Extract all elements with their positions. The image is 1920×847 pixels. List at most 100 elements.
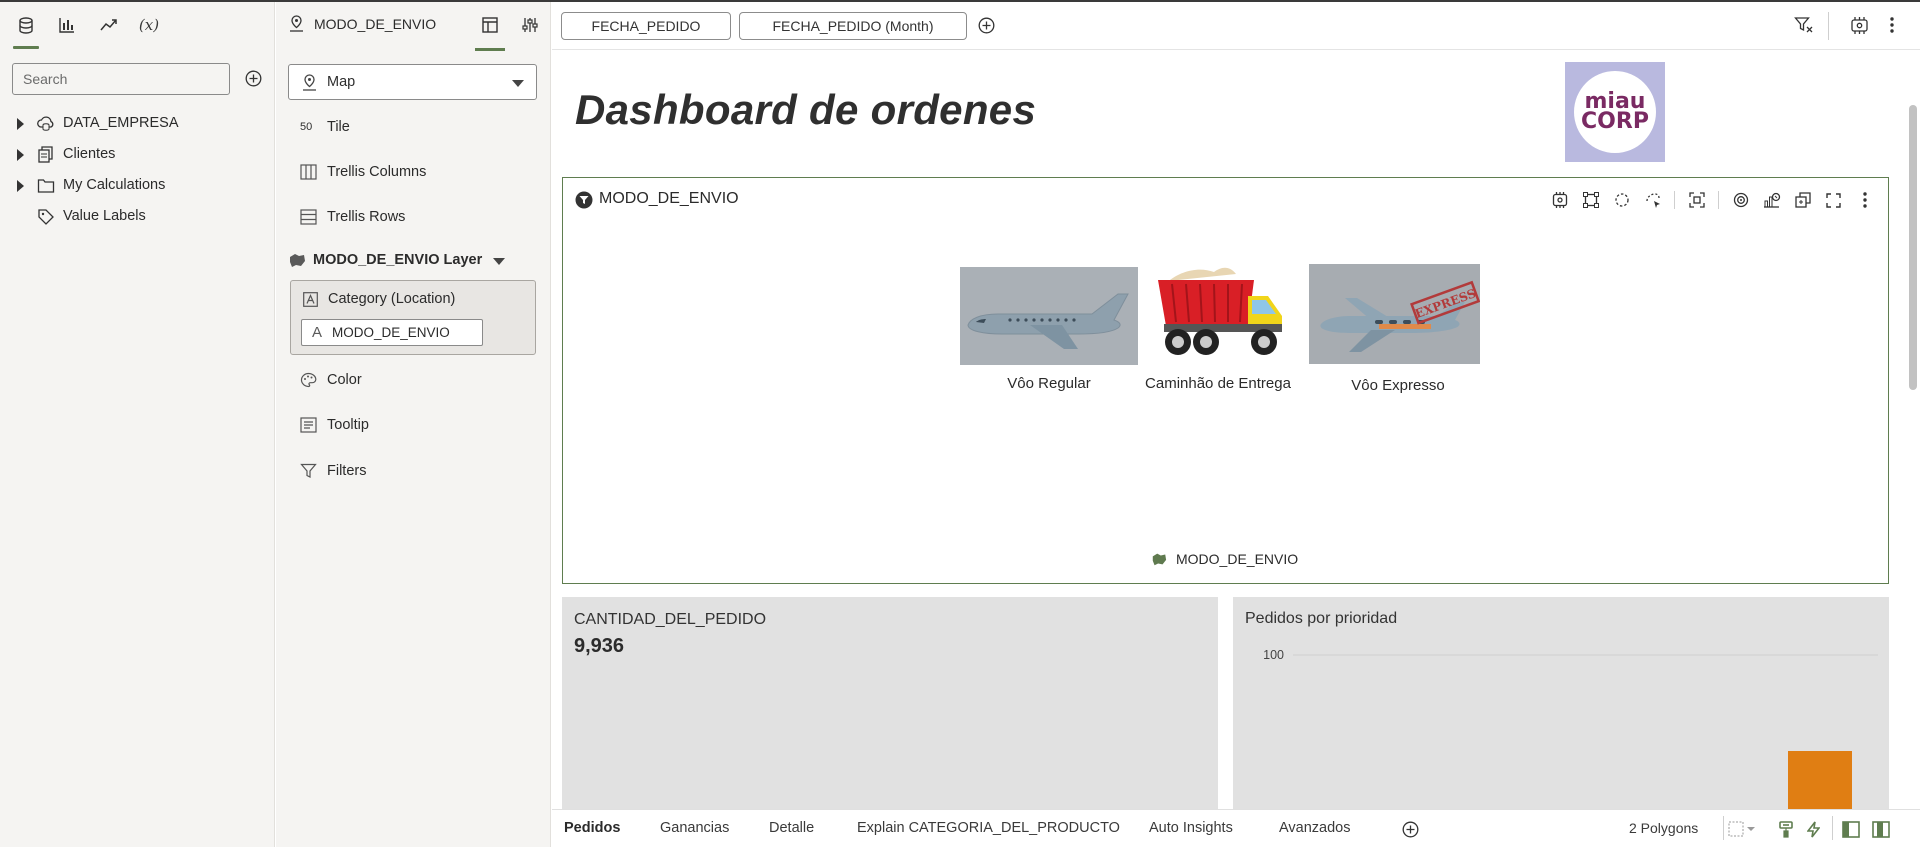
- map-item-label: Vôo Regular: [1007, 375, 1091, 392]
- visualizations-tab[interactable]: [52, 12, 82, 38]
- tree-item-clientes[interactable]: Clientes: [0, 139, 275, 170]
- tab-detalle[interactable]: Detalle: [769, 820, 814, 836]
- column-pill-modo-de-envio[interactable]: A MODO_DE_ENVIO: [301, 319, 483, 346]
- properties-tab[interactable]: [517, 14, 543, 36]
- palette-icon: [300, 372, 317, 388]
- map-layer-icon: [290, 254, 305, 267]
- expand-caret-icon[interactable]: [17, 149, 24, 161]
- data-tab[interactable]: [11, 12, 41, 49]
- grammar-row-label: Tooltip: [327, 417, 369, 433]
- explain-button[interactable]: [1756, 188, 1787, 212]
- bar[interactable]: [1788, 751, 1852, 817]
- visualization-type-select[interactable]: Map: [288, 64, 537, 100]
- grammar-row-filters[interactable]: Filters: [276, 456, 551, 486]
- filter-chip-fecha-pedido[interactable]: FECHA_PEDIDO: [561, 12, 731, 40]
- maximize-icon: [1826, 192, 1841, 208]
- map-item-caminhao-de-entrega[interactable]: Caminhão de Entrega: [1144, 258, 1292, 398]
- divider: [1828, 12, 1829, 40]
- lasso-select-button[interactable]: [1606, 188, 1637, 212]
- tab-avanzados[interactable]: Avanzados: [1279, 820, 1350, 836]
- grammar-tab[interactable]: [475, 14, 505, 51]
- more-vertical-icon[interactable]: [1890, 17, 1894, 33]
- search-input[interactable]: [12, 63, 230, 95]
- rectangle-select-button[interactable]: [1575, 188, 1606, 212]
- map-layer-icon: [1152, 553, 1167, 566]
- tab-auto-insights[interactable]: Auto Insights: [1149, 820, 1233, 836]
- grammar-row-trellis-rows[interactable]: Trellis Rows: [276, 202, 551, 232]
- bar-chart-visualization[interactable]: Pedidos por prioridad 100: [1233, 597, 1889, 817]
- zoom-to-data-button[interactable]: [1681, 188, 1712, 212]
- trellis-rows-icon: [300, 209, 317, 225]
- tree-item-my-calculations[interactable]: My Calculations: [0, 170, 275, 201]
- paint-roller-icon[interactable]: [1779, 821, 1793, 838]
- category-location-label: Category (Location): [328, 291, 456, 307]
- grammar-row-color[interactable]: Color: [276, 365, 551, 395]
- settings-chip-button[interactable]: [1544, 188, 1575, 212]
- airplane-image: [960, 267, 1138, 365]
- calculations-tab[interactable]: (x): [134, 12, 164, 38]
- data-tree: DATA_EMPRESA Clientes My Calculations Va…: [0, 108, 275, 232]
- tab-explain-categoria[interactable]: Explain CATEGORIA_DEL_PRODUCTO: [857, 820, 1120, 836]
- add-tab-icon[interactable]: [1402, 821, 1419, 838]
- grammar-row-tooltip[interactable]: Tooltip: [276, 410, 551, 440]
- cloud-database-icon: [37, 116, 54, 131]
- analytics-tab[interactable]: [93, 12, 123, 38]
- filter-settings-icon[interactable]: [1850, 16, 1869, 35]
- grammar-row-tile[interactable]: 50 Tile: [276, 112, 551, 142]
- right-panel-toggle-icon[interactable]: [1872, 821, 1890, 838]
- add-data-button[interactable]: [244, 69, 263, 88]
- vertical-scrollbar[interactable]: [1909, 105, 1917, 390]
- attribute-a-icon: A: [312, 324, 323, 341]
- duplicate-icon: [1794, 192, 1811, 208]
- tree-item-data-empresa[interactable]: DATA_EMPRESA: [0, 108, 275, 139]
- visualization-menu-button[interactable]: [1849, 188, 1880, 212]
- tree-item-label: My Calculations: [63, 177, 166, 193]
- more-vertical-icon: [1862, 192, 1867, 208]
- divider: [1832, 816, 1833, 840]
- tab-pedidos[interactable]: Pedidos: [564, 820, 620, 836]
- tree-item-label: DATA_EMPRESA: [63, 115, 179, 131]
- maximize-button[interactable]: [1818, 188, 1849, 212]
- category-location-drop-zone[interactable]: Category (Location) A MODO_DE_ENVIO: [290, 280, 536, 355]
- grammar-row-trellis-columns[interactable]: Trellis Columns: [276, 157, 551, 187]
- tree-item-value-labels[interactable]: Value Labels: [0, 201, 275, 232]
- filter-chip-fecha-pedido-month[interactable]: FECHA_PEDIDO (Month): [739, 12, 967, 40]
- visualization-title: MODO_DE_ENVIO: [599, 190, 739, 207]
- tag-icon: [38, 209, 54, 225]
- tab-ganancias[interactable]: Ganancias: [660, 820, 729, 836]
- grammar-panel: MODO_DE_ENVIO Map 50 Tile Trellis Column…: [276, 2, 551, 847]
- tile-visualization[interactable]: CANTIDAD_DEL_PEDIDO 9,936: [562, 597, 1218, 817]
- visualization-type-value: Map: [327, 74, 356, 90]
- map-item-voo-regular[interactable]: Vôo Regular: [960, 267, 1138, 397]
- expand-caret-icon[interactable]: [17, 118, 24, 130]
- canvas-tabs-bar: Pedidos Ganancias Detalle Explain CATEGO…: [552, 809, 1920, 847]
- add-filter-icon[interactable]: [978, 17, 995, 34]
- explain-chart-icon: [1763, 192, 1780, 208]
- tile-measure-label: CANTIDAD_DEL_PEDIDO: [574, 611, 767, 628]
- map-pin-icon: [290, 15, 303, 32]
- visualization-toolbar: [1544, 188, 1880, 212]
- duplicate-button[interactable]: [1787, 188, 1818, 212]
- focus-target-button[interactable]: [1725, 188, 1756, 212]
- dump-truck-image: [1158, 267, 1282, 355]
- map-item-voo-expresso[interactable]: EXPRESS Vôo Expresso: [1309, 264, 1487, 400]
- chip-settings-icon: [1552, 192, 1567, 208]
- folder-icon: [37, 179, 55, 193]
- express-airplane-image: EXPRESS: [1309, 264, 1480, 364]
- freeform-select-button[interactable]: [1637, 188, 1668, 212]
- map-layer-selector[interactable]: MODO_DE_ENVIO Layer: [288, 248, 548, 274]
- dashboard-title: Dashboard de ordenes: [575, 86, 1037, 133]
- chevron-down-icon: [512, 80, 524, 87]
- filter-funnel-icon[interactable]: [1794, 16, 1813, 34]
- grammar-row-label: Color: [327, 372, 362, 388]
- grammar-icon: [482, 17, 498, 33]
- grammar-row-label: Trellis Columns: [327, 164, 427, 180]
- grid-layout-icon[interactable]: [1728, 821, 1756, 837]
- grammar-row-label: Trellis Rows: [327, 209, 406, 225]
- lightning-icon[interactable]: [1807, 821, 1820, 838]
- tree-item-label: Value Labels: [63, 208, 146, 224]
- left-panel-toggle-icon[interactable]: [1842, 821, 1860, 838]
- divider: [1674, 191, 1675, 209]
- map-visualization[interactable]: MODO_DE_ENVIO Vôo Regular Caminhão de En…: [562, 177, 1889, 584]
- expand-caret-icon[interactable]: [17, 180, 24, 192]
